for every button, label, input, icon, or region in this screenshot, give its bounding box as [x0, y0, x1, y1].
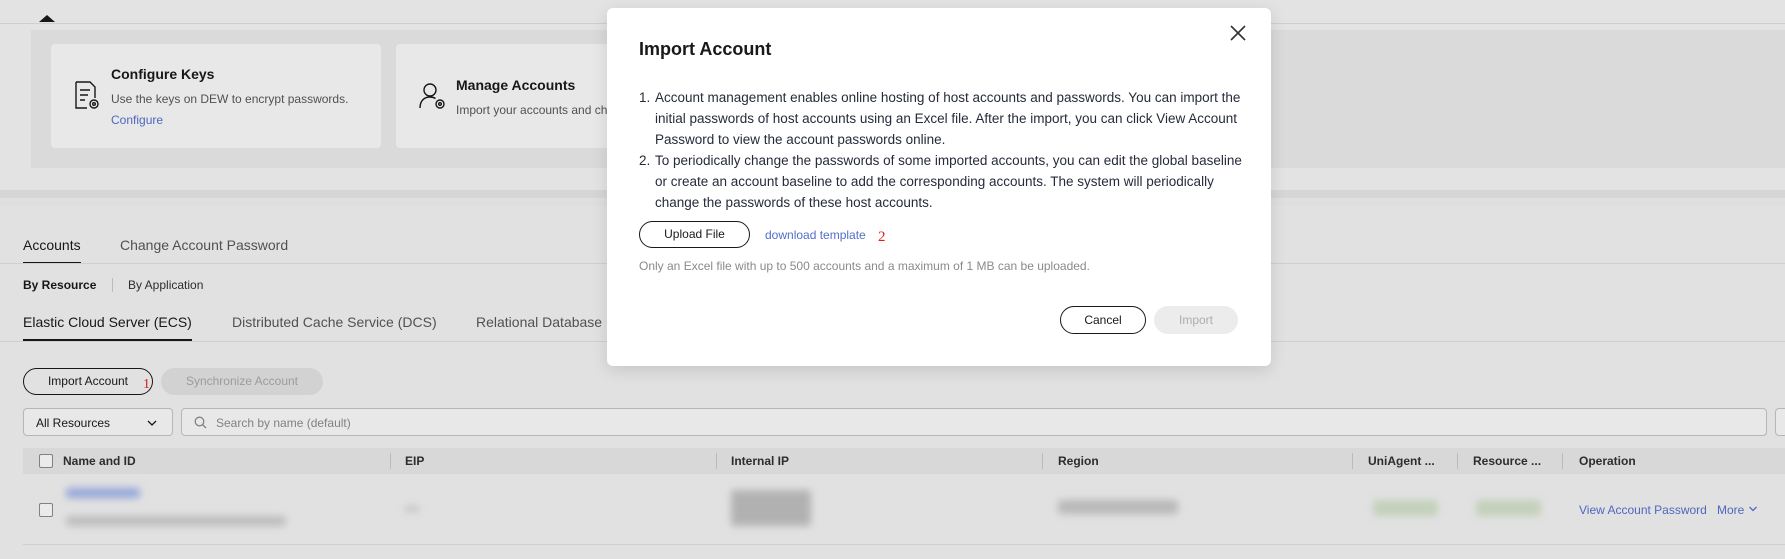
upload-hint: Only an Excel file with up to 500 accoun… — [639, 259, 1090, 273]
download-template-link[interactable]: download template — [765, 228, 866, 242]
import-button[interactable]: Import — [1154, 306, 1238, 334]
instruction-text: To periodically change the passwords of … — [655, 153, 1242, 210]
instruction-text: Account management enables online hostin… — [655, 90, 1241, 147]
dialog-title: Import Account — [639, 39, 772, 59]
list-number: 2. — [639, 153, 651, 168]
list-number: 1. — [639, 90, 651, 105]
upload-file-button[interactable]: Upload File — [639, 221, 750, 248]
close-icon[interactable] — [1229, 24, 1247, 47]
instruction-item-2: 2. To periodically change the passwords … — [639, 150, 1247, 213]
instruction-item-1: 1. Account management enables online hos… — [639, 87, 1247, 150]
step-marker-2: 2 — [878, 229, 886, 245]
import-account-dialog: Import Account 1. Account management ena… — [607, 8, 1271, 366]
cancel-button[interactable]: Cancel — [1060, 306, 1146, 334]
